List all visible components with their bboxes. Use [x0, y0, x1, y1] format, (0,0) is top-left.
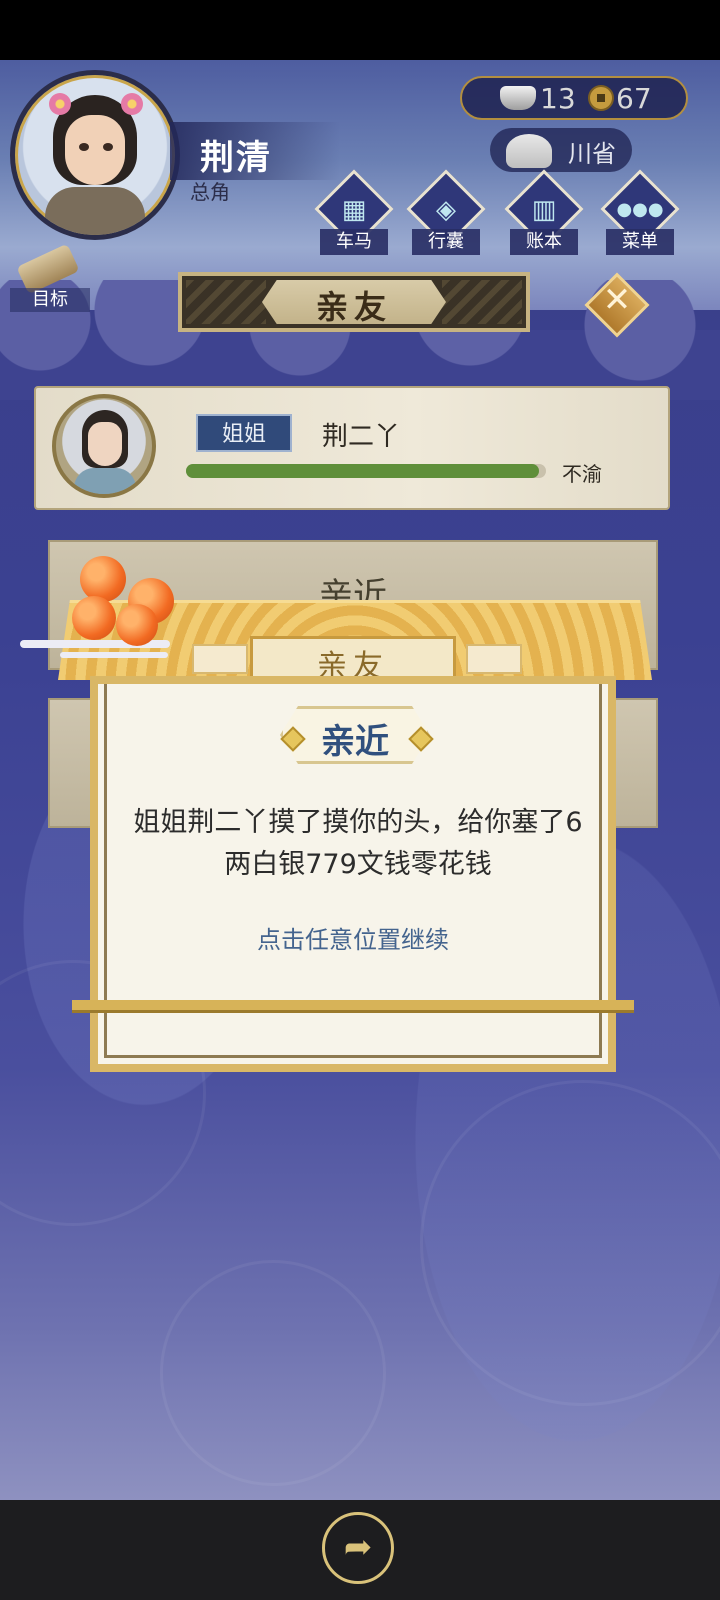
ledger-icon: ▥ — [531, 195, 557, 225]
dialog-base — [72, 1000, 634, 1013]
silver-ingot-icon — [500, 86, 536, 110]
continue-hint[interactable]: 点击任意位置继续 — [90, 920, 616, 955]
scroll-icon — [16, 243, 80, 295]
map-icon — [506, 134, 552, 168]
result-title: 亲近 — [321, 722, 389, 762]
candied-haw-icon — [116, 604, 158, 646]
swirl-pattern — [420, 1080, 720, 1406]
bag-icon: ◈ — [436, 195, 456, 225]
candied-haw-icon — [72, 596, 116, 640]
menu-button-ledger[interactable]: ▥ 账本 — [502, 169, 586, 259]
player-role: 总角 — [190, 180, 230, 204]
flower-hairpin-icon — [49, 93, 71, 115]
silver-amount: 13 — [540, 82, 576, 115]
candied-haw-icon — [80, 556, 126, 602]
dialog-title-tab: 亲友 — [250, 636, 456, 684]
affinity-bar-fill — [186, 464, 539, 478]
target-button[interactable]: 目标 — [10, 243, 90, 328]
relative-avatar — [52, 394, 156, 498]
menu-button-bag[interactable]: ◈ 行囊 — [404, 169, 488, 259]
menu-label: 行囊 — [412, 229, 480, 255]
menu-label: 菜单 — [606, 229, 674, 255]
currency-bar: 13 67 — [460, 76, 688, 120]
carriage-icon: ▦ — [341, 195, 367, 225]
dialog-message: 姐姐荆二丫摸了摸你的头，给你塞了6两白银779文钱零花钱 — [133, 807, 583, 880]
menu-button-more[interactable]: ●●● 菜单 — [598, 169, 682, 259]
player-name: 荆清 — [200, 138, 272, 178]
more-icon: ●●● — [616, 199, 664, 220]
copper-coin-icon — [588, 85, 614, 111]
page-title: 亲友 — [315, 288, 392, 326]
menu-button-carriage[interactable]: ▦ 车马 — [312, 169, 396, 259]
dialog-header-panel — [466, 644, 522, 674]
share-icon: ➦ — [343, 1527, 373, 1567]
swirl-pattern — [160, 1260, 386, 1486]
status-bar — [0, 0, 720, 60]
page-title-plaque: 亲友 — [178, 272, 530, 332]
candy-stick — [60, 652, 168, 658]
player-avatar[interactable] — [10, 70, 180, 240]
dialog-header-panel — [192, 644, 248, 674]
menu-label: 车马 — [320, 229, 388, 255]
relative-card[interactable]: 姐姐 荆二丫 不渝 — [34, 386, 670, 510]
relative-name: 荆二丫 — [322, 422, 401, 452]
target-label: 目标 — [10, 288, 90, 312]
share-button[interactable]: ➦ — [322, 1512, 394, 1584]
location-label: 川省 — [568, 140, 616, 168]
coin-amount: 67 — [616, 82, 652, 115]
flower-hairpin-icon — [121, 93, 143, 115]
affinity-bar — [186, 464, 546, 478]
menu-label: 账本 — [510, 229, 578, 255]
close-icon: ✕ — [602, 280, 632, 320]
relation-badge: 姐姐 — [196, 414, 292, 452]
location-button[interactable]: 川省 — [490, 128, 632, 172]
relative-mood: 不渝 — [562, 462, 602, 486]
